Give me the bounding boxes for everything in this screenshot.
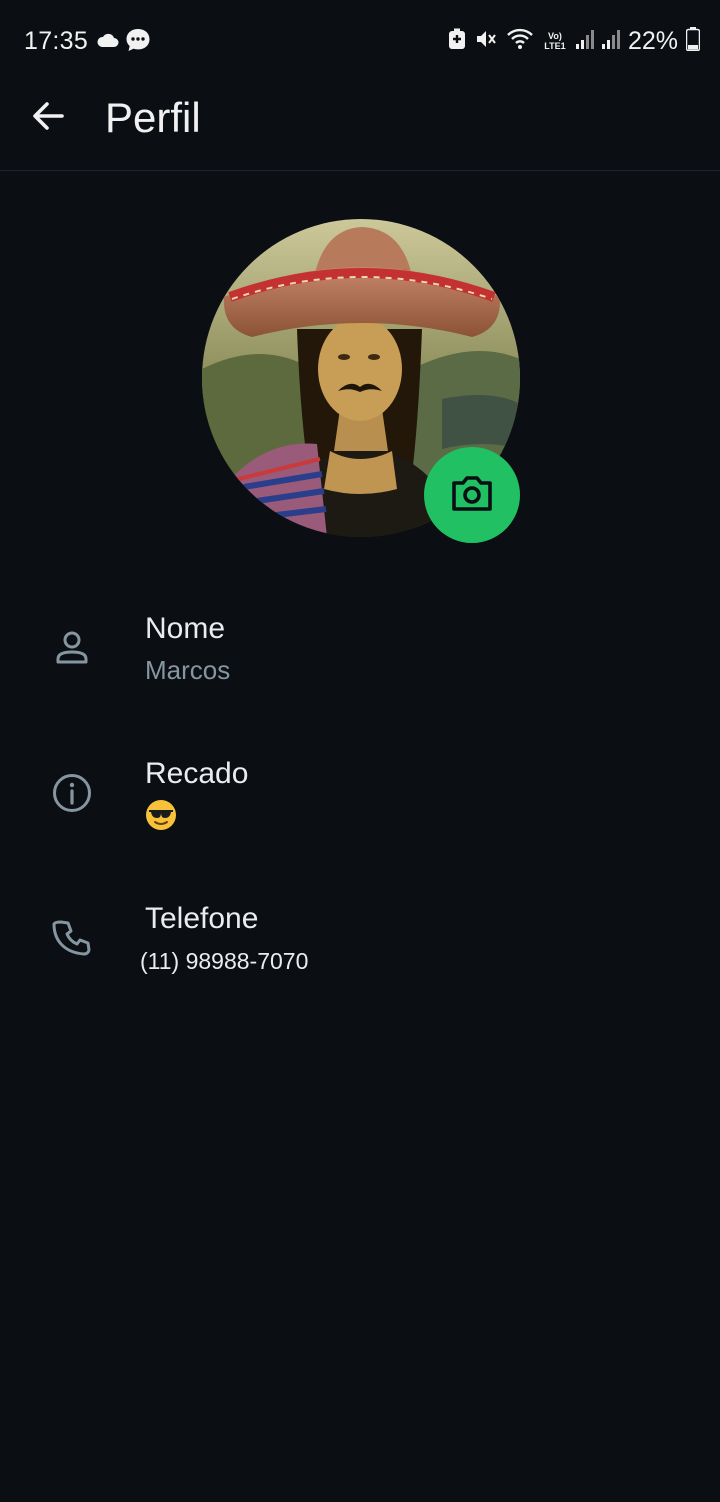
battery-icon — [685, 26, 701, 56]
phone-label: Telefone — [145, 902, 259, 935]
name-value: Marcos — [145, 655, 231, 685]
phone-row[interactable]: Telefone (11) 98988-7070 — [0, 890, 720, 1000]
phone-value: (11) 98988-7070 — [140, 948, 309, 974]
status-time: 17:35 — [24, 27, 89, 55]
cloud-icon — [96, 30, 120, 55]
status-bar: 17:35 Vo) LTE1 22% — [0, 0, 720, 82]
wifi-icon — [506, 27, 534, 56]
info-icon — [48, 769, 96, 817]
battery-saver-icon — [448, 28, 466, 55]
change-photo-button[interactable] — [424, 447, 520, 543]
network-label: Vo) LTE1 — [544, 31, 566, 51]
about-label: Recado — [145, 757, 249, 790]
about-row[interactable]: Recado — [0, 745, 720, 855]
chat-bubble-icon — [125, 27, 151, 58]
sunglasses-emoji-icon — [146, 800, 176, 830]
mute-icon — [474, 27, 498, 56]
arrow-left-icon — [30, 98, 66, 139]
name-label: Nome — [145, 612, 226, 645]
profile-screen: 17:35 Vo) LTE1 22% Perfil Nome Marcos Re… — [0, 0, 720, 1502]
about-value — [145, 799, 177, 838]
app-bar: Perfil — [0, 82, 720, 171]
page-title: Perfil — [105, 94, 201, 141]
phone-icon — [48, 914, 96, 962]
signal-icon — [601, 28, 620, 55]
battery-percent: 22% — [627, 27, 678, 55]
back-button[interactable] — [26, 96, 70, 140]
camera-icon — [450, 473, 494, 518]
signal-icon — [575, 28, 594, 55]
person-icon — [48, 624, 96, 672]
name-row[interactable]: Nome Marcos — [0, 600, 720, 710]
